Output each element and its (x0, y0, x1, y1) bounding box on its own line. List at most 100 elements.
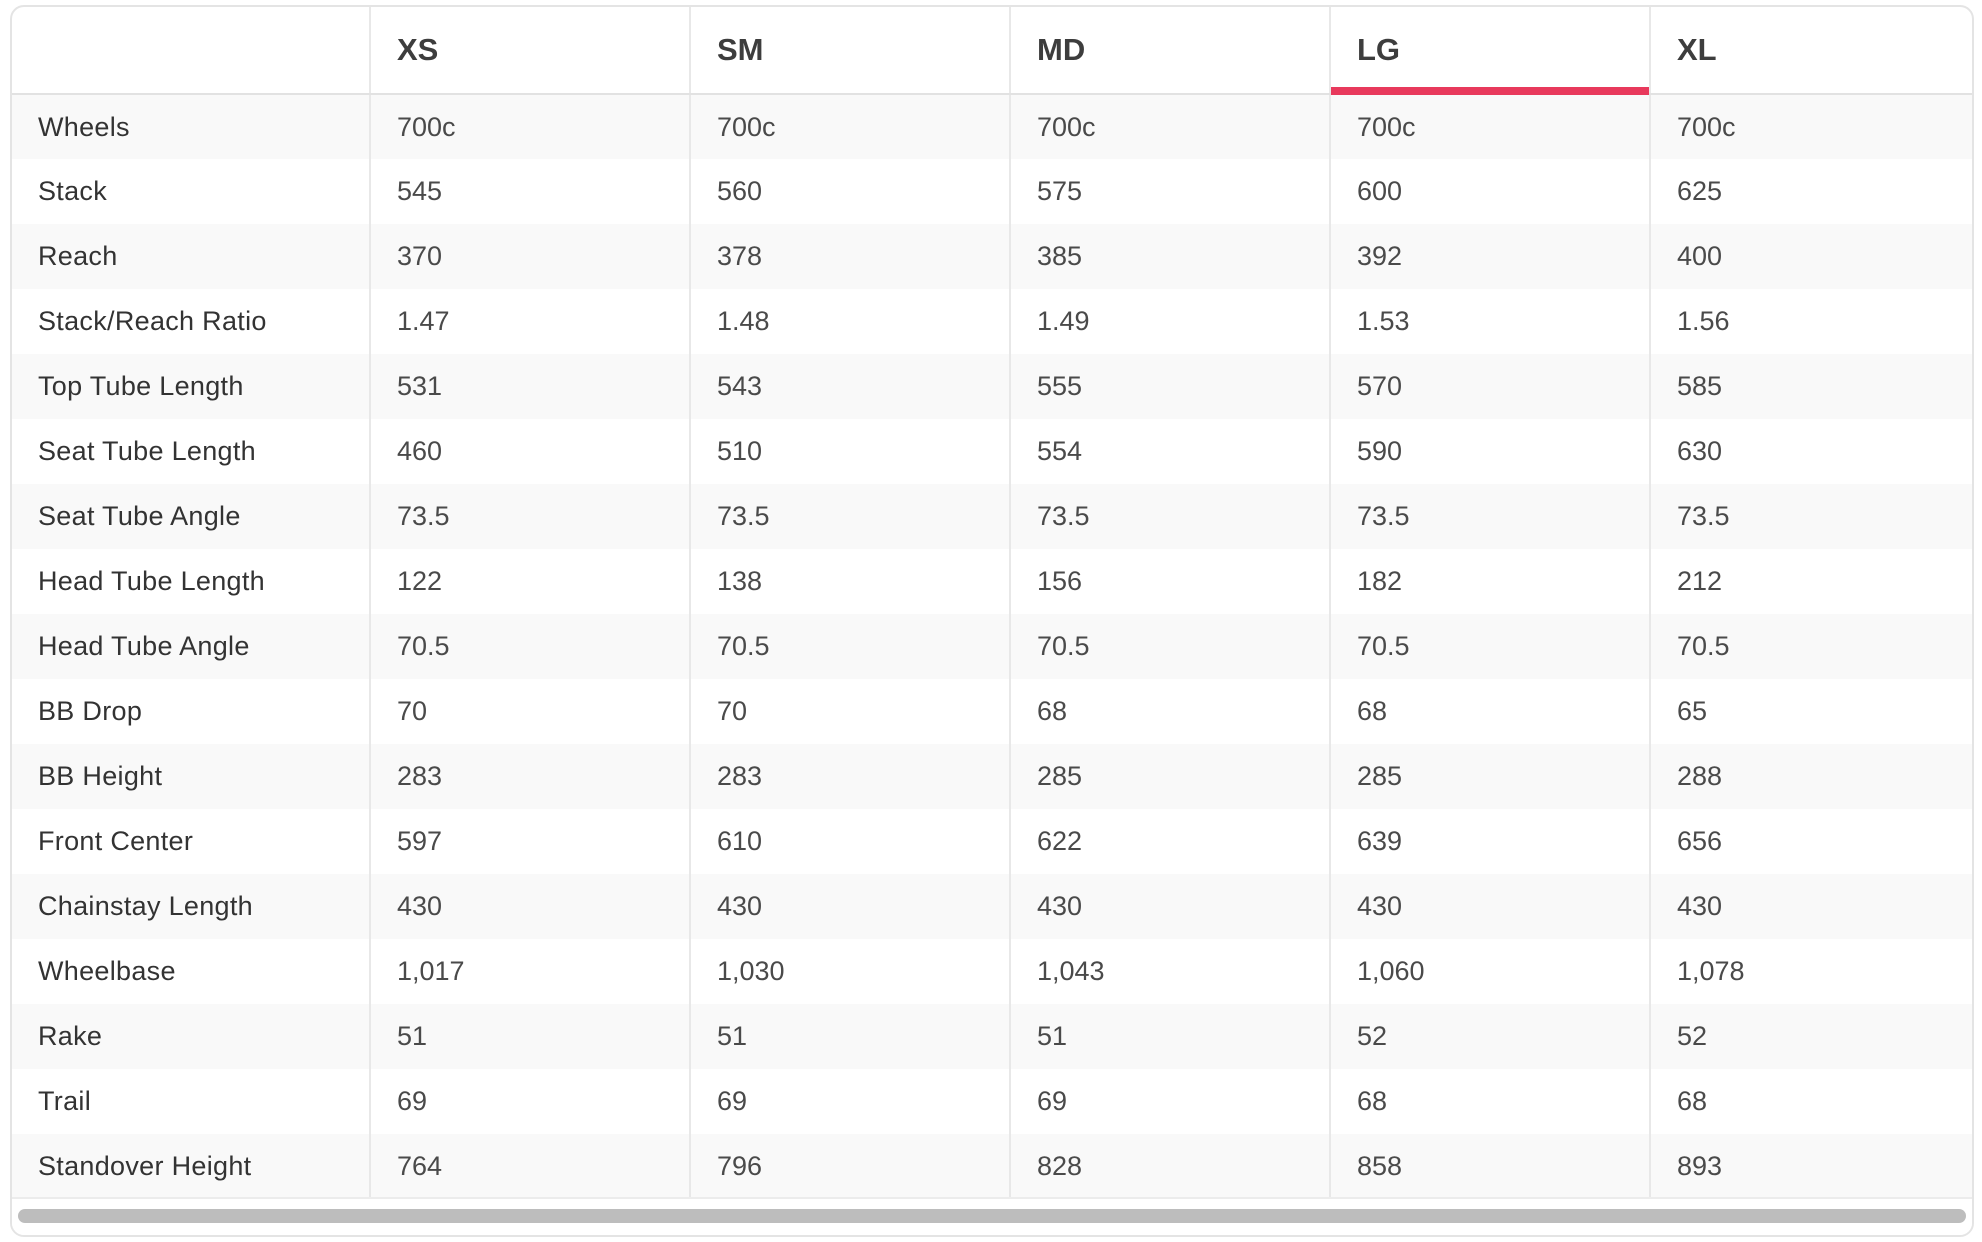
value-cell: 52 (1649, 1004, 1972, 1069)
horizontal-scroll-track[interactable] (12, 1197, 1972, 1235)
value-cell: 69 (1009, 1069, 1330, 1134)
value-cell: 400 (1649, 224, 1972, 289)
value-cell: 510 (689, 419, 1010, 484)
row-label: Rake (12, 1004, 370, 1069)
value-cell: 590 (1329, 419, 1650, 484)
value-cell: 570 (1329, 354, 1650, 419)
value-cell: 68 (1009, 679, 1330, 744)
value-cell: 73.5 (689, 484, 1010, 549)
value-cell: 630 (1649, 419, 1972, 484)
table-row: Standover Height 764 796 828 858 893 (12, 1134, 1972, 1199)
row-label: Stack (12, 159, 370, 224)
table-row: BB Drop 70 70 68 68 65 (12, 679, 1972, 744)
table-row: Seat Tube Length 460 510 554 590 630 (12, 419, 1972, 484)
value-cell: 430 (1329, 874, 1650, 939)
row-label: Standover Height (12, 1134, 370, 1199)
value-cell: 1.47 (369, 289, 690, 354)
value-cell: 52 (1329, 1004, 1650, 1069)
value-cell: 597 (369, 809, 690, 874)
value-cell: 1,030 (689, 939, 1010, 1004)
value-cell: 1.56 (1649, 289, 1972, 354)
table-row: Trail 69 69 69 68 68 (12, 1069, 1972, 1134)
row-label: Front Center (12, 809, 370, 874)
value-cell: 70.5 (1009, 614, 1330, 679)
value-cell: 51 (689, 1004, 1010, 1069)
value-cell: 858 (1329, 1134, 1650, 1199)
value-cell: 531 (369, 354, 690, 419)
row-label: Seat Tube Length (12, 419, 370, 484)
value-cell: 622 (1009, 809, 1330, 874)
value-cell: 70 (369, 679, 690, 744)
value-cell: 600 (1329, 159, 1650, 224)
size-tab-lg[interactable]: LG (1329, 7, 1650, 95)
value-cell: 378 (689, 224, 1010, 289)
table-row: Front Center 597 610 622 639 656 (12, 809, 1972, 874)
table-row: Reach 370 378 385 392 400 (12, 224, 1972, 289)
value-cell: 560 (689, 159, 1010, 224)
value-cell: 639 (1329, 809, 1650, 874)
table-body: Wheels 700c 700c 700c 700c 700c Stack 545 560 575… (12, 94, 1972, 1199)
horizontal-scrollbar-thumb[interactable] (18, 1209, 1966, 1223)
table-row: Seat Tube Angle 73.5 73.5 73.5 73.5 73.5 (12, 484, 1972, 549)
value-cell: 73.5 (1649, 484, 1972, 549)
value-cell: 70.5 (1329, 614, 1650, 679)
row-label: Top Tube Length (12, 354, 370, 419)
table-row: Stack/Reach Ratio 1.47 1.48 1.49 1.53 1.56 (12, 289, 1972, 354)
value-cell: 69 (369, 1069, 690, 1134)
value-cell: 122 (369, 549, 690, 614)
value-cell: 1,078 (1649, 939, 1972, 1004)
value-cell: 1.49 (1009, 289, 1330, 354)
table-row: BB Height 283 283 285 285 288 (12, 744, 1972, 809)
row-label: BB Drop (12, 679, 370, 744)
value-cell: 65 (1649, 679, 1972, 744)
size-tab-md[interactable]: MD (1009, 7, 1330, 95)
value-cell: 70.5 (369, 614, 690, 679)
table-row: Head Tube Length 122 138 156 182 212 (12, 549, 1972, 614)
row-label: BB Height (12, 744, 370, 809)
value-cell: 828 (1009, 1134, 1330, 1199)
row-label: Head Tube Length (12, 549, 370, 614)
value-cell: 625 (1649, 159, 1972, 224)
value-cell: 430 (1649, 874, 1972, 939)
value-cell: 283 (369, 744, 690, 809)
value-cell: 545 (369, 159, 690, 224)
value-cell: 285 (1009, 744, 1330, 809)
value-cell: 1.53 (1329, 289, 1650, 354)
value-cell: 288 (1649, 744, 1972, 809)
value-cell: 460 (369, 419, 690, 484)
value-cell: 73.5 (1009, 484, 1330, 549)
size-tab-xs[interactable]: XS (369, 7, 690, 95)
row-label: Trail (12, 1069, 370, 1134)
header-row: XS SM MD LG XL (12, 7, 1972, 95)
value-cell: 385 (1009, 224, 1330, 289)
table-row: Head Tube Angle 70.5 70.5 70.5 70.5 70.5 (12, 614, 1972, 679)
row-label: Head Tube Angle (12, 614, 370, 679)
value-cell: 70.5 (689, 614, 1010, 679)
value-cell: 51 (369, 1004, 690, 1069)
value-cell: 70 (689, 679, 1010, 744)
value-cell: 370 (369, 224, 690, 289)
value-cell: 182 (1329, 549, 1650, 614)
value-cell: 700c (1649, 94, 1972, 159)
value-cell: 70.5 (1649, 614, 1972, 679)
value-cell: 543 (689, 354, 1010, 419)
value-cell: 73.5 (369, 484, 690, 549)
table-row: Top Tube Length 531 543 555 570 585 (12, 354, 1972, 419)
value-cell: 893 (1649, 1134, 1972, 1199)
table-row: Chainstay Length 430 430 430 430 430 (12, 874, 1972, 939)
value-cell: 575 (1009, 159, 1330, 224)
value-cell: 555 (1009, 354, 1330, 419)
value-cell: 554 (1009, 419, 1330, 484)
value-cell: 68 (1329, 1069, 1650, 1134)
geometry-table: XS SM MD LG XL Wheels 700c 700c 700c 700c 700… (12, 7, 1972, 1199)
value-cell: 1,060 (1329, 939, 1650, 1004)
value-cell: 764 (369, 1134, 690, 1199)
value-cell: 392 (1329, 224, 1650, 289)
value-cell: 73.5 (1329, 484, 1650, 549)
size-tab-sm[interactable]: SM (689, 7, 1010, 95)
size-tab-xl[interactable]: XL (1649, 7, 1972, 95)
value-cell: 68 (1329, 679, 1650, 744)
value-cell: 283 (689, 744, 1010, 809)
row-label: Seat Tube Angle (12, 484, 370, 549)
table-row: Wheels 700c 700c 700c 700c 700c (12, 94, 1972, 159)
